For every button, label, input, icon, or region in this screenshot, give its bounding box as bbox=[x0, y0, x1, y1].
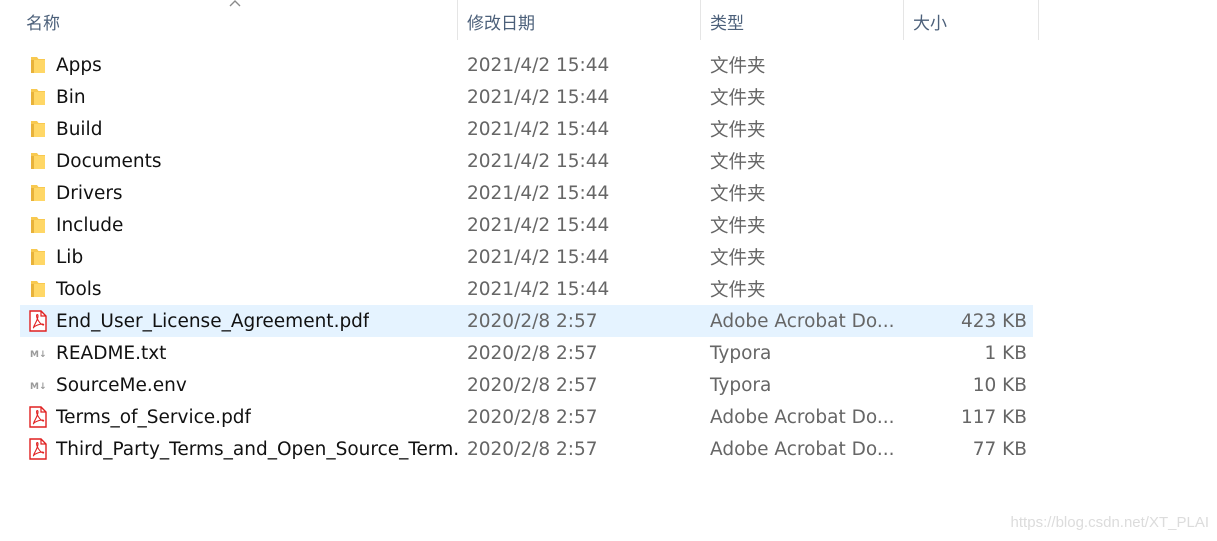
file-date: 2021/4/2 15:44 bbox=[467, 278, 610, 300]
file-name: Documents bbox=[56, 150, 162, 172]
folder-icon bbox=[28, 86, 48, 108]
file-row[interactable]: Bin 2021/4/2 15:44 文件夹 bbox=[20, 81, 1033, 113]
file-name-cell: Documents bbox=[20, 150, 458, 172]
file-name: Drivers bbox=[56, 182, 123, 204]
file-row[interactable]: M↓ README.txt 2020/2/8 2:57 Typora 1 KB bbox=[20, 337, 1033, 369]
file-name-cell: Build bbox=[20, 118, 458, 140]
file-name: Third_Party_Terms_and_Open_Source_Term..… bbox=[56, 438, 458, 460]
column-header-size-label: 大小 bbox=[913, 14, 947, 34]
column-header-date[interactable]: 修改日期 bbox=[458, 0, 701, 40]
folder-icon bbox=[28, 54, 48, 76]
file-name: Apps bbox=[56, 54, 102, 76]
file-name-cell: M↓ README.txt bbox=[20, 342, 458, 364]
file-size: 1 KB bbox=[984, 342, 1027, 364]
file-type: 文件夹 bbox=[710, 152, 766, 173]
file-row[interactable]: Tools 2021/4/2 15:44 文件夹 bbox=[20, 273, 1033, 305]
file-type: Typora bbox=[710, 374, 772, 396]
folder-icon bbox=[28, 182, 48, 204]
folder-icon bbox=[28, 214, 48, 236]
file-name: End_User_License_Agreement.pdf bbox=[56, 310, 370, 332]
file-name-cell: Include bbox=[20, 214, 458, 236]
file-type: 文件夹 bbox=[710, 216, 766, 237]
file-name-cell: Drivers bbox=[20, 182, 458, 204]
folder-icon bbox=[28, 118, 48, 140]
file-row[interactable]: Build 2021/4/2 15:44 文件夹 bbox=[20, 113, 1033, 145]
file-name: SourceMe.env bbox=[56, 374, 187, 396]
file-name-cell: M↓ SourceMe.env bbox=[20, 374, 458, 396]
file-row[interactable]: Terms_of_Service.pdf 2020/2/8 2:57 Adobe… bbox=[20, 401, 1033, 433]
file-size: 423 KB bbox=[960, 310, 1027, 332]
file-size: 77 KB bbox=[972, 438, 1027, 460]
file-row[interactable]: Third_Party_Terms_and_Open_Source_Term..… bbox=[20, 433, 1033, 465]
file-row[interactable]: Lib 2021/4/2 15:44 文件夹 bbox=[20, 241, 1033, 273]
file-type: Adobe Acrobat Do... bbox=[710, 438, 895, 460]
file-row[interactable]: Documents 2021/4/2 15:44 文件夹 bbox=[20, 145, 1033, 177]
folder-icon bbox=[28, 246, 48, 268]
column-header-row: 名称 修改日期 类型 大小 bbox=[20, 0, 1039, 40]
file-date: 2020/2/8 2:57 bbox=[467, 310, 598, 332]
file-date: 2020/2/8 2:57 bbox=[467, 374, 598, 396]
svg-text:M↓: M↓ bbox=[30, 350, 47, 360]
file-date: 2021/4/2 15:44 bbox=[467, 118, 610, 140]
file-explorer: 名称 修改日期 类型 大小 Apps 2021/4/2 15:44 文件夹 Bi… bbox=[0, 0, 1217, 541]
column-header-type-label: 类型 bbox=[710, 14, 744, 34]
file-row[interactable]: Apps 2021/4/2 15:44 文件夹 bbox=[20, 49, 1033, 81]
file-type: Adobe Acrobat Do... bbox=[710, 406, 895, 428]
column-header-date-label: 修改日期 bbox=[467, 14, 535, 34]
file-name-cell: End_User_License_Agreement.pdf bbox=[20, 310, 458, 332]
file-date: 2021/4/2 15:44 bbox=[467, 214, 610, 236]
file-name: Terms_of_Service.pdf bbox=[56, 406, 252, 428]
column-header-size[interactable]: 大小 bbox=[904, 0, 1039, 40]
pdf-icon bbox=[28, 406, 48, 428]
folder-icon bbox=[28, 278, 48, 300]
file-name: Tools bbox=[56, 278, 102, 300]
file-row[interactable]: M↓ SourceMe.env 2020/2/8 2:57 Typora 10 … bbox=[20, 369, 1033, 401]
file-name-cell: Lib bbox=[20, 246, 458, 268]
markdown-icon: M↓ bbox=[28, 374, 48, 396]
file-type: 文件夹 bbox=[710, 120, 766, 141]
file-name-cell: Third_Party_Terms_and_Open_Source_Term..… bbox=[20, 438, 458, 460]
file-row[interactable]: End_User_License_Agreement.pdf 2020/2/8 … bbox=[20, 305, 1033, 337]
column-header-name[interactable]: 名称 bbox=[20, 0, 458, 40]
markdown-icon: M↓ bbox=[28, 342, 48, 364]
file-date: 2020/2/8 2:57 bbox=[467, 438, 598, 460]
column-header-name-label: 名称 bbox=[26, 14, 60, 34]
file-name: README.txt bbox=[56, 342, 167, 364]
file-name: Include bbox=[56, 214, 124, 236]
file-date: 2021/4/2 15:44 bbox=[467, 182, 610, 204]
chevron-up-icon bbox=[229, 0, 241, 7]
column-header-type[interactable]: 类型 bbox=[701, 0, 904, 40]
file-date: 2021/4/2 15:44 bbox=[467, 86, 610, 108]
file-name: Lib bbox=[56, 246, 84, 268]
file-type: Typora bbox=[710, 342, 772, 364]
file-row[interactable]: Drivers 2021/4/2 15:44 文件夹 bbox=[20, 177, 1033, 209]
file-name: Build bbox=[56, 118, 103, 140]
file-name-cell: Tools bbox=[20, 278, 458, 300]
file-date: 2020/2/8 2:57 bbox=[467, 406, 598, 428]
file-date: 2021/4/2 15:44 bbox=[467, 246, 610, 268]
file-name: Bin bbox=[56, 86, 86, 108]
file-size: 10 KB bbox=[972, 374, 1027, 396]
file-type: 文件夹 bbox=[710, 88, 766, 109]
folder-icon bbox=[28, 150, 48, 172]
file-type: Adobe Acrobat Do... bbox=[710, 310, 895, 332]
file-date: 2021/4/2 15:44 bbox=[467, 150, 610, 172]
file-type: 文件夹 bbox=[710, 280, 766, 301]
file-name-cell: Terms_of_Service.pdf bbox=[20, 406, 458, 428]
file-row[interactable]: Include 2021/4/2 15:44 文件夹 bbox=[20, 209, 1033, 241]
file-date: 2020/2/8 2:57 bbox=[467, 342, 598, 364]
watermark: https://blog.csdn.net/XT_PLAI bbox=[1010, 514, 1209, 531]
file-date: 2021/4/2 15:44 bbox=[467, 54, 610, 76]
pdf-icon bbox=[28, 438, 48, 460]
file-type: 文件夹 bbox=[710, 248, 766, 269]
file-type: 文件夹 bbox=[710, 56, 766, 77]
file-size: 117 KB bbox=[960, 406, 1027, 428]
file-type: 文件夹 bbox=[710, 184, 766, 205]
file-list: Apps 2021/4/2 15:44 文件夹 Bin 2021/4/2 15:… bbox=[20, 49, 1033, 465]
file-name-cell: Apps bbox=[20, 54, 458, 76]
svg-text:M↓: M↓ bbox=[30, 382, 47, 392]
pdf-icon bbox=[28, 310, 48, 332]
file-name-cell: Bin bbox=[20, 86, 458, 108]
